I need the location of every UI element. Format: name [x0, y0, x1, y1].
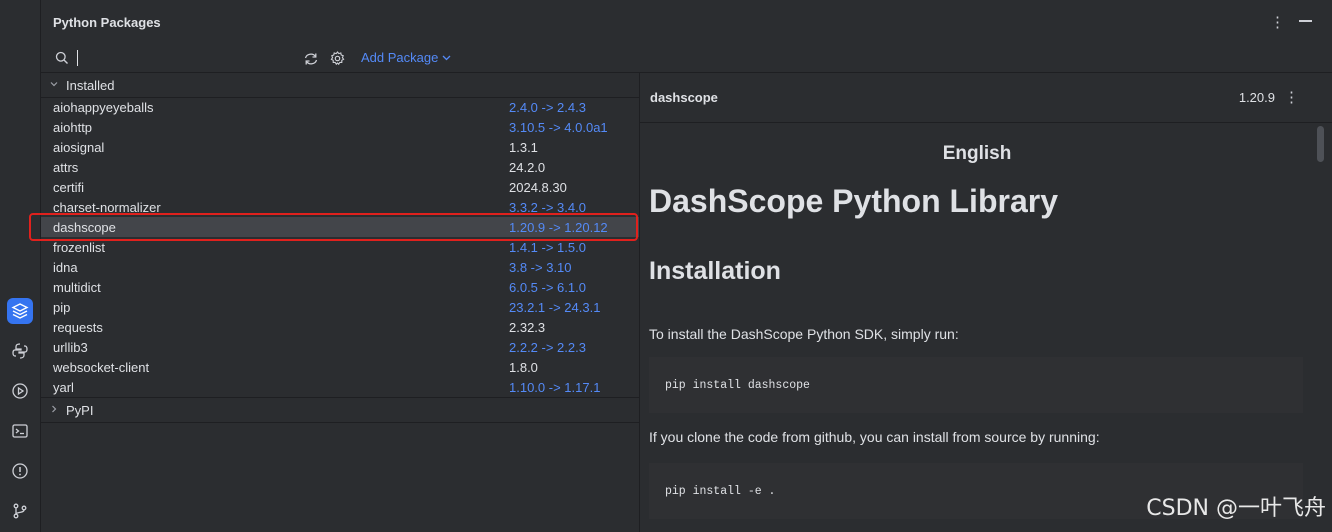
package-version-upgrade[interactable]: 3.3.2 -> 3.4.0 — [509, 200, 586, 215]
chevron-down-icon — [49, 79, 61, 92]
package-version: 2.32.3 — [509, 319, 546, 335]
package-row[interactable]: charset-normalizer 3.3.2 -> 3.4.0 — [41, 197, 639, 217]
run-icon[interactable] — [7, 378, 33, 404]
package-tree: Installed aiohappyeyeballs 2.4.0 -> 2.4.3… — [29, 73, 640, 532]
package-row[interactable]: websocket-client 1.8.0 — [41, 357, 639, 377]
package-documentation: English DashScope Python Library Install… — [640, 123, 1314, 532]
package-row[interactable]: pip 23.2.1 -> 24.3.1 — [41, 297, 639, 317]
text-cursor — [77, 50, 78, 66]
package-version: 24.2.0 — [509, 159, 546, 175]
package-row[interactable]: aiohappyeyeballs 2.4.0 -> 2.4.3 — [41, 97, 639, 117]
tool-window-strip — [0, 0, 41, 532]
package-name: pip — [53, 299, 71, 315]
package-version-upgrade[interactable]: 1.20.9 -> 1.20.12 — [509, 220, 608, 235]
watermark: CSDN @一叶飞舟 — [1146, 496, 1326, 521]
package-name: certifi — [53, 179, 85, 195]
pypi-label: PyPI — [66, 402, 94, 418]
chevron-right-icon — [49, 404, 61, 417]
package-name: yarl — [53, 379, 74, 395]
python-console-icon[interactable] — [7, 338, 33, 364]
package-version: 1.20.9 — [1238, 90, 1275, 105]
package-name: frozenlist — [53, 239, 106, 255]
python-packages-tool-window: Python Packages ⋮ Add Package Installed … — [29, 0, 1332, 532]
installed-group[interactable]: Installed — [41, 73, 639, 98]
doc-heading: DashScope Python Library — [649, 183, 1058, 219]
package-row[interactable]: yarl 1.10.0 -> 1.17.1 — [41, 377, 639, 397]
package-name: dashscope — [650, 90, 718, 105]
more-vertical-icon[interactable]: ⋮ — [1270, 13, 1285, 31]
panel-header: Python Packages ⋮ — [41, 0, 1332, 44]
package-name: idna — [53, 259, 78, 275]
package-version-upgrade[interactable]: 3.10.5 -> 4.0.0a1 — [509, 120, 608, 135]
git-branch-icon[interactable] — [7, 498, 33, 524]
package-name: multidict — [53, 279, 101, 295]
toolbar: Add Package — [41, 44, 1332, 73]
package-version-upgrade[interactable]: 6.0.5 -> 6.1.0 — [509, 280, 586, 295]
package-name: websocket-client — [53, 359, 150, 375]
refresh-icon[interactable] — [303, 52, 319, 71]
package-name: aiohappyeyeballs — [53, 99, 154, 115]
package-version-upgrade[interactable]: 1.10.0 -> 1.17.1 — [509, 380, 600, 395]
package-row[interactable]: idna 3.8 -> 3.10 — [41, 257, 639, 277]
package-version: 2024.8.30 — [509, 179, 567, 195]
panel-title: Python Packages — [53, 15, 161, 30]
package-version-upgrade[interactable]: 2.2.2 -> 2.2.3 — [509, 340, 586, 355]
python-packages-icon[interactable] — [7, 298, 33, 324]
package-version: 1.3.1 — [509, 139, 538, 155]
package-version-upgrade[interactable]: 1.4.1 -> 1.5.0 — [509, 240, 586, 255]
more-vertical-icon[interactable]: ⋮ — [1284, 88, 1299, 106]
package-row[interactable]: dashscope 1.20.9 -> 1.20.12 — [41, 217, 639, 237]
package-row[interactable]: urllib3 2.2.2 -> 2.2.3 — [41, 337, 639, 357]
package-row[interactable]: frozenlist 1.4.1 -> 1.5.0 — [41, 237, 639, 257]
package-version-upgrade[interactable]: 23.2.1 -> 24.3.1 — [509, 300, 600, 315]
package-row[interactable]: multidict 6.0.5 -> 6.1.0 — [41, 277, 639, 297]
package-name: aiosignal — [53, 139, 105, 155]
doc-paragraph: To install the DashScope Python SDK, sim… — [649, 326, 959, 342]
installed-label: Installed — [66, 77, 115, 93]
package-list: aiohappyeyeballs 2.4.0 -> 2.4.3 aiohttp 3.1… — [41, 97, 639, 397]
code-text: pip install dashscope — [665, 378, 810, 392]
add-package-button[interactable]: Add Package — [361, 50, 451, 65]
package-row[interactable]: attrs 24.2.0 — [41, 157, 639, 177]
terminal-icon[interactable] — [7, 418, 33, 444]
search-input[interactable] — [75, 48, 299, 70]
doc-subheading: Installation — [649, 257, 781, 285]
doc-paragraph: If you clone the code from github, you c… — [649, 429, 1100, 445]
search-icon — [55, 51, 69, 70]
language-link[interactable]: English — [640, 143, 1314, 165]
code-block: pip install dashscope — [649, 357, 1303, 413]
package-name: requests — [53, 319, 103, 335]
package-name: attrs — [53, 159, 79, 175]
code-text: pip install -e . — [665, 484, 776, 498]
package-name: urllib3 — [53, 339, 88, 355]
minimize-icon[interactable] — [1299, 20, 1312, 22]
package-details: dashscope 1.20.9 ⋮ English DashScope Pyt… — [640, 73, 1332, 532]
package-row[interactable]: aiohttp 3.10.5 -> 4.0.0a1 — [41, 117, 639, 137]
details-header: dashscope 1.20.9 ⋮ — [640, 73, 1332, 123]
package-row[interactable]: certifi 2024.8.30 — [41, 177, 639, 197]
problems-icon[interactable] — [7, 458, 33, 484]
add-package-label: Add Package — [361, 50, 439, 65]
chevron-down-icon — [442, 55, 451, 60]
package-name: aiohttp — [53, 119, 93, 135]
package-version-upgrade[interactable]: 2.4.0 -> 2.4.3 — [509, 100, 586, 115]
pypi-group[interactable]: PyPI — [41, 397, 639, 423]
package-row[interactable]: requests 2.32.3 — [41, 317, 639, 337]
package-version-upgrade[interactable]: 3.8 -> 3.10 — [509, 260, 572, 275]
package-version: 1.8.0 — [509, 359, 538, 375]
package-row[interactable]: aiosignal 1.3.1 — [41, 137, 639, 157]
package-name: charset-normalizer — [53, 199, 161, 215]
gear-icon[interactable] — [330, 51, 345, 71]
scrollbar[interactable] — [1317, 126, 1324, 162]
package-name: dashscope — [53, 219, 116, 235]
